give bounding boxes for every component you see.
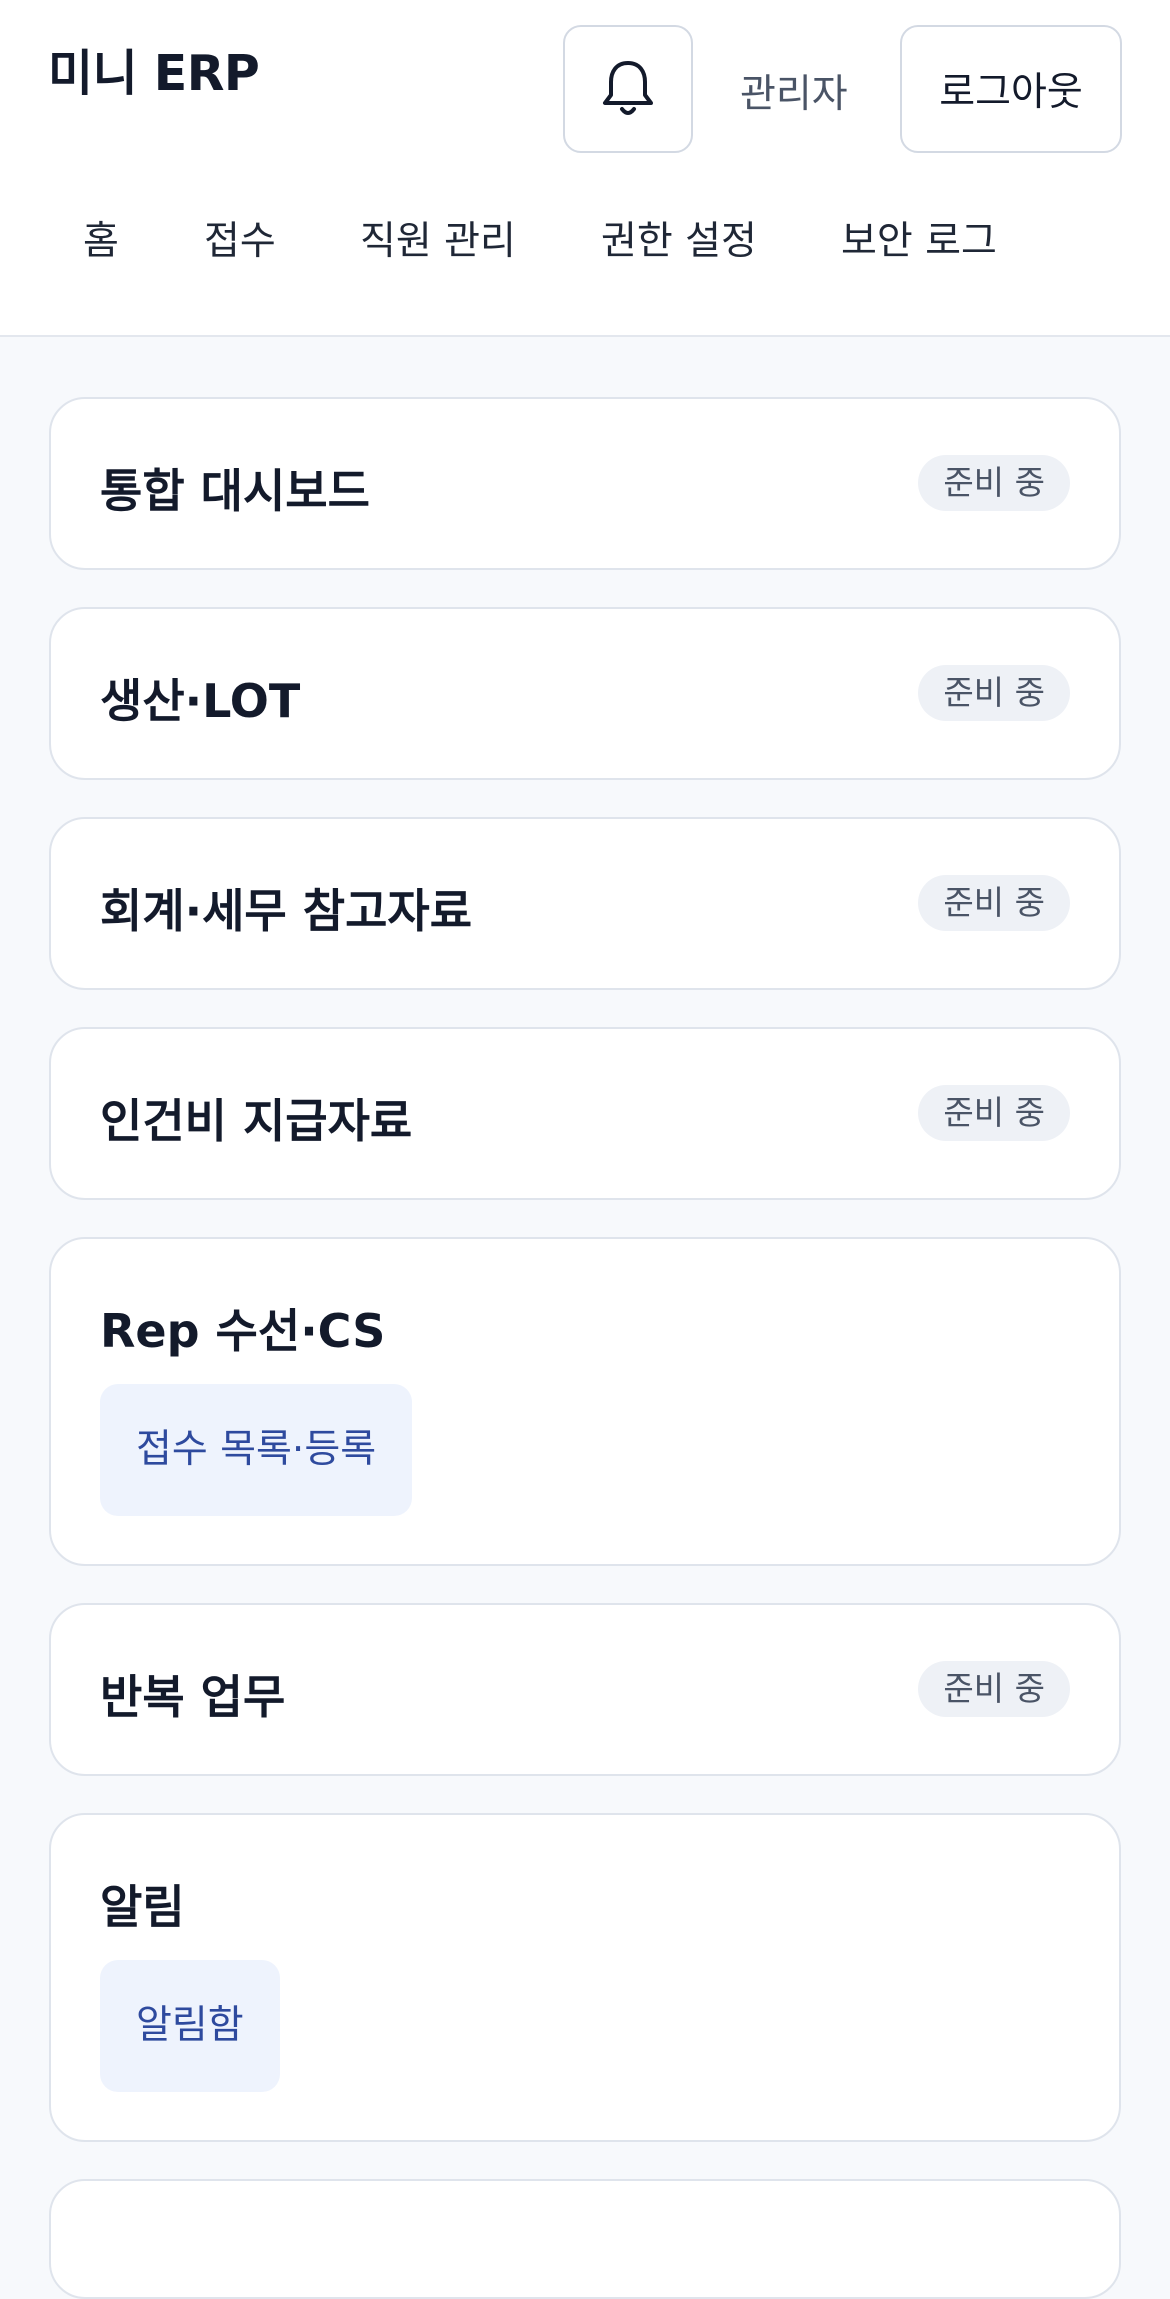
status-badge: 준비 중	[918, 1661, 1070, 1717]
module-card-notifications: 알림 알림함	[49, 1813, 1121, 2142]
app-header: 미니 ERP 관리자 로그아웃 홈 접수 직원 관리 권한 설정 보안 로그	[0, 0, 1170, 337]
nav-item-permissions[interactable]: 권한 설정	[601, 210, 757, 266]
nav-item-intake[interactable]: 접수	[204, 210, 276, 266]
module-title: 반복 업무	[100, 1670, 286, 1724]
module-title: 알림	[100, 1880, 185, 1934]
module-title: 인건비 지급자료	[100, 1094, 413, 1148]
nav-item-staff[interactable]: 직원 관리	[360, 210, 516, 266]
nav-item-home[interactable]: 홈	[83, 210, 119, 266]
module-title: 회계·세무 참고자료	[100, 884, 473, 938]
module-card-dashboard: 통합 대시보드 준비 중	[49, 397, 1121, 570]
status-badge: 준비 중	[918, 1085, 1070, 1141]
module-title: 생산·LOT	[100, 674, 301, 728]
status-badge: 준비 중	[918, 665, 1070, 721]
notification-button[interactable]	[563, 25, 693, 153]
bell-icon	[603, 61, 653, 115]
module-card-partial	[49, 2179, 1121, 2299]
module-title: 통합 대시보드	[100, 464, 370, 518]
status-badge: 준비 중	[918, 455, 1070, 511]
module-card-recurring: 반복 업무 준비 중	[49, 1603, 1121, 1776]
app-title: 미니 ERP	[48, 45, 260, 102]
status-badge: 준비 중	[918, 875, 1070, 931]
logout-button[interactable]: 로그아웃	[900, 25, 1122, 153]
module-card-payroll: 인건비 지급자료 준비 중	[49, 1027, 1121, 1200]
intake-list-link[interactable]: 접수 목록·등록	[100, 1384, 413, 1516]
module-title: Rep 수선·CS	[100, 1304, 386, 1358]
module-card-repair-cs: Rep 수선·CS 접수 목록·등록	[49, 1237, 1121, 1566]
module-card-accounting: 회계·세무 참고자료 준비 중	[49, 817, 1121, 990]
module-card-production: 생산·LOT 준비 중	[49, 607, 1121, 780]
inbox-link[interactable]: 알림함	[100, 1960, 280, 2092]
main-nav: 홈 접수 직원 관리 권한 설정 보안 로그	[0, 210, 1170, 280]
user-name: 관리자	[740, 72, 848, 117]
nav-item-security-log[interactable]: 보안 로그	[841, 210, 997, 266]
